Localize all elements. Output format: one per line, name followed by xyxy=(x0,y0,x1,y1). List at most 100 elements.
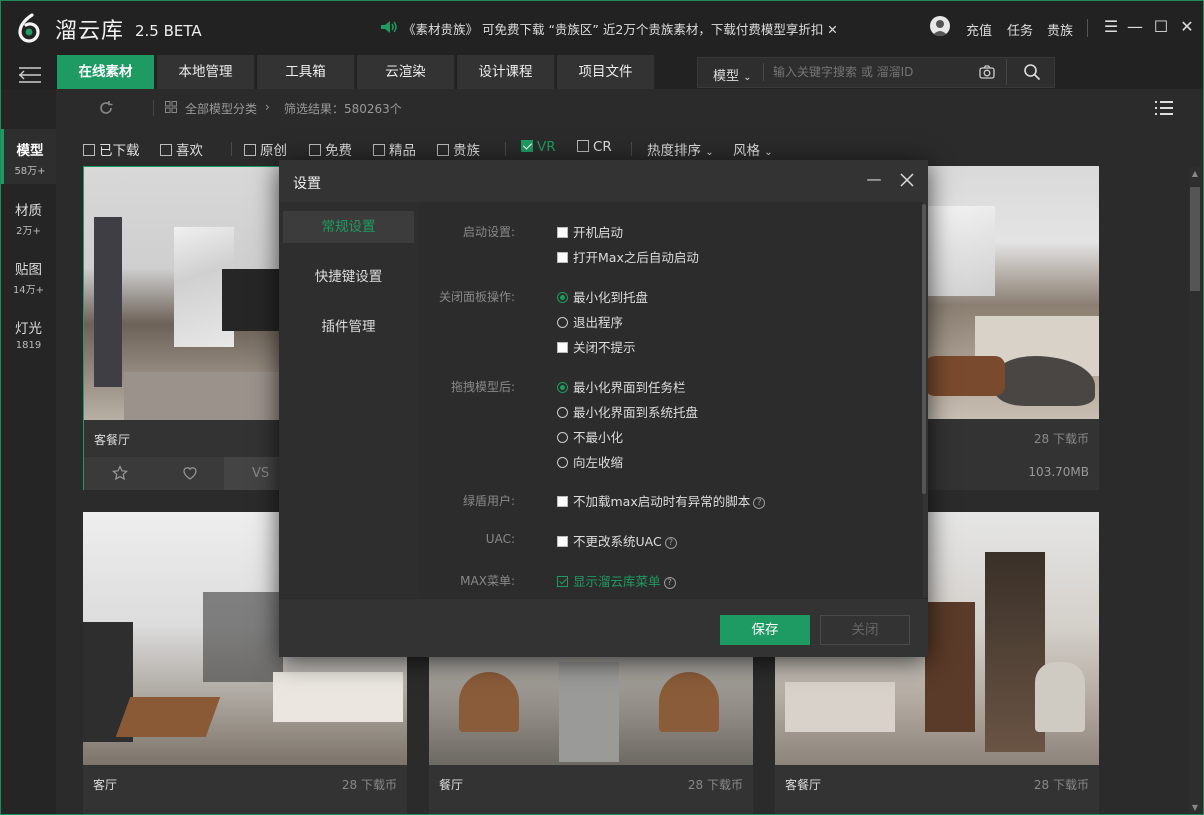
filter-label: 贵族 xyxy=(453,143,480,159)
maximize-icon[interactable]: ☐ xyxy=(1151,17,1171,37)
style-dropdown[interactable]: 风格 ⌄ xyxy=(733,139,773,159)
checkbox xyxy=(557,536,568,547)
sidebar-item-material[interactable]: 材质 2万+ xyxy=(1,199,56,239)
column xyxy=(559,662,619,762)
model-card[interactable]: 客餐厅 VS xyxy=(83,166,283,490)
curtain xyxy=(94,217,122,387)
keep-uac-checkbox[interactable]: 不更改系统UAC? xyxy=(557,531,677,550)
search-type-select[interactable]: 模型 ⌄ xyxy=(713,65,752,84)
card-title: 客厅 xyxy=(93,778,118,792)
close-button[interactable]: 关闭 xyxy=(820,615,910,645)
dialog-minimize-icon[interactable]: — xyxy=(865,170,883,188)
chevron-down-icon: ⌄ xyxy=(705,147,714,158)
filter-original[interactable]: 原创 xyxy=(244,139,287,159)
minimize-icon[interactable]: — xyxy=(1125,17,1145,37)
compare-button[interactable]: VS xyxy=(224,457,282,490)
radio xyxy=(557,432,568,443)
tab-local-manage[interactable]: 本地管理 xyxy=(157,55,255,89)
search-input[interactable] xyxy=(773,61,969,83)
menu-icon[interactable]: ☰ xyxy=(1101,17,1121,37)
app-logo-icon xyxy=(18,13,40,43)
filter-cr[interactable]: CR xyxy=(577,139,612,155)
noble-link[interactable]: 贵族 xyxy=(1047,20,1073,39)
sidebar-item-label: 模型 xyxy=(16,143,44,159)
autostart-checkbox[interactable]: 开机启动 xyxy=(557,222,623,241)
star-icon[interactable] xyxy=(112,465,128,481)
minimize-to-taskbar-radio[interactable]: 最小化界面到任务栏 xyxy=(557,377,686,396)
tab-cloud-render[interactable]: 云渲染 xyxy=(357,55,455,89)
heart-icon[interactable] xyxy=(182,465,198,481)
settings-scrollbar-thumb[interactable] xyxy=(922,204,926,494)
chevron-down-icon: ⌄ xyxy=(743,72,752,83)
radio-selected xyxy=(557,382,568,393)
close-window-icon[interactable]: ✕ xyxy=(1177,17,1197,37)
after-drag-label: 拖拽模型后: xyxy=(450,380,515,394)
settings-nav-plugins[interactable]: 插件管理 xyxy=(283,311,414,343)
filter-label: 免费 xyxy=(325,143,352,159)
sofa xyxy=(124,372,282,420)
camera-icon[interactable] xyxy=(978,63,996,81)
armchair xyxy=(925,356,1005,396)
sidebar-item-texture[interactable]: 贴图 14万+ xyxy=(1,258,56,298)
filter-noble[interactable]: 贵族 xyxy=(437,139,480,159)
tab-toolbox[interactable]: 工具箱 xyxy=(257,55,355,89)
minimize-to-tray-radio[interactable]: 最小化到托盘 xyxy=(557,287,648,306)
minimize-to-systray-radio[interactable]: 最小化界面到系统托盘 xyxy=(557,402,698,421)
filter-vr[interactable]: VR xyxy=(521,139,556,155)
sidebar-item-label: 灯光 xyxy=(15,321,42,337)
avatar[interactable] xyxy=(930,16,950,36)
help-icon[interactable]: ? xyxy=(753,497,766,509)
filter-downloaded[interactable]: 已下载 xyxy=(83,139,140,159)
style-label: 风格 xyxy=(733,143,760,159)
show-menu-checkbox[interactable]: 显示溜云库菜单? xyxy=(557,571,676,590)
dialog-close-icon[interactable] xyxy=(897,170,917,190)
settings-nav-shortcuts[interactable]: 快捷键设置 xyxy=(283,261,414,293)
divider xyxy=(631,142,632,156)
filter-free[interactable]: 免费 xyxy=(309,139,352,159)
divider xyxy=(1087,19,1088,37)
start-with-max-checkbox[interactable]: 打开Max之后自动启动 xyxy=(557,247,699,266)
settings-body: 启动设置: 开机启动 打开Max之后自动启动 关闭面板操作: 最小化到托盘 退出… xyxy=(419,202,923,598)
tab-project-files[interactable]: 项目文件 xyxy=(557,55,655,89)
sidebar-item-light[interactable]: 灯光 1819 xyxy=(1,317,56,357)
exit-program-radio[interactable]: 退出程序 xyxy=(557,312,623,331)
speaker-icon xyxy=(381,21,397,33)
option-label: 显示溜云库菜单 xyxy=(573,574,661,589)
checkbox xyxy=(83,144,95,156)
search-icon[interactable] xyxy=(1023,63,1041,81)
window xyxy=(203,592,283,682)
task-link[interactable]: 任务 xyxy=(1007,20,1033,39)
tab-online-assets[interactable]: 在线素材 xyxy=(57,55,155,89)
skip-abnormal-scripts-checkbox[interactable]: 不加载max启动时有异常的脚本? xyxy=(557,491,766,510)
settings-nav-general[interactable]: 常规设置 xyxy=(283,211,414,243)
result-count: 筛选结果：580263个 xyxy=(284,102,402,116)
notice-text[interactable]: 《素材贵族》 可免费下载 “贵族区” 近2万个贵族素材，下载付费模型享折扣 ✕ xyxy=(403,19,838,38)
sidebar-item-model[interactable]: 模型 58万+ xyxy=(1,129,56,184)
scrollbar-thumb[interactable] xyxy=(1190,187,1200,291)
shrink-left-radio[interactable]: 向左收缩 xyxy=(557,452,623,471)
help-icon[interactable]: ? xyxy=(663,577,676,589)
option-label: 打开Max之后自动启动 xyxy=(573,250,699,265)
tab-design-course[interactable]: 设计课程 xyxy=(457,55,555,89)
help-icon[interactable]: ? xyxy=(664,537,677,549)
sidebar-item-label: 材质 xyxy=(15,203,42,219)
card-image[interactable] xyxy=(84,167,282,420)
no-close-prompt-checkbox[interactable]: 关闭不提示 xyxy=(557,337,636,356)
scroll-up-icon[interactable]: ▲ xyxy=(1190,169,1200,179)
close-panel-label: 关闭面板操作: xyxy=(438,290,515,304)
collapse-menu-icon[interactable] xyxy=(17,65,43,85)
breadcrumb-category[interactable]: 全部模型分类 xyxy=(185,100,257,117)
sidebar-item-count: 1819 xyxy=(15,340,42,351)
save-button[interactable]: 保存 xyxy=(720,615,810,645)
list-view-icon[interactable] xyxy=(1154,100,1174,116)
filter-liked[interactable]: 喜欢 xyxy=(160,139,203,159)
scroll-down-icon[interactable]: ▼ xyxy=(1190,803,1200,813)
filter-premium[interactable]: 精品 xyxy=(373,139,416,159)
option-label: 向左收缩 xyxy=(573,455,624,470)
no-minimize-radio[interactable]: 不最小化 xyxy=(557,427,623,446)
dialog-header xyxy=(279,160,928,202)
option-label: 不更改系统UAC xyxy=(573,534,662,549)
refresh-icon[interactable] xyxy=(97,99,115,117)
recharge-link[interactable]: 充值 xyxy=(966,20,992,39)
sort-dropdown[interactable]: 热度排序 ⌄ xyxy=(647,139,714,159)
